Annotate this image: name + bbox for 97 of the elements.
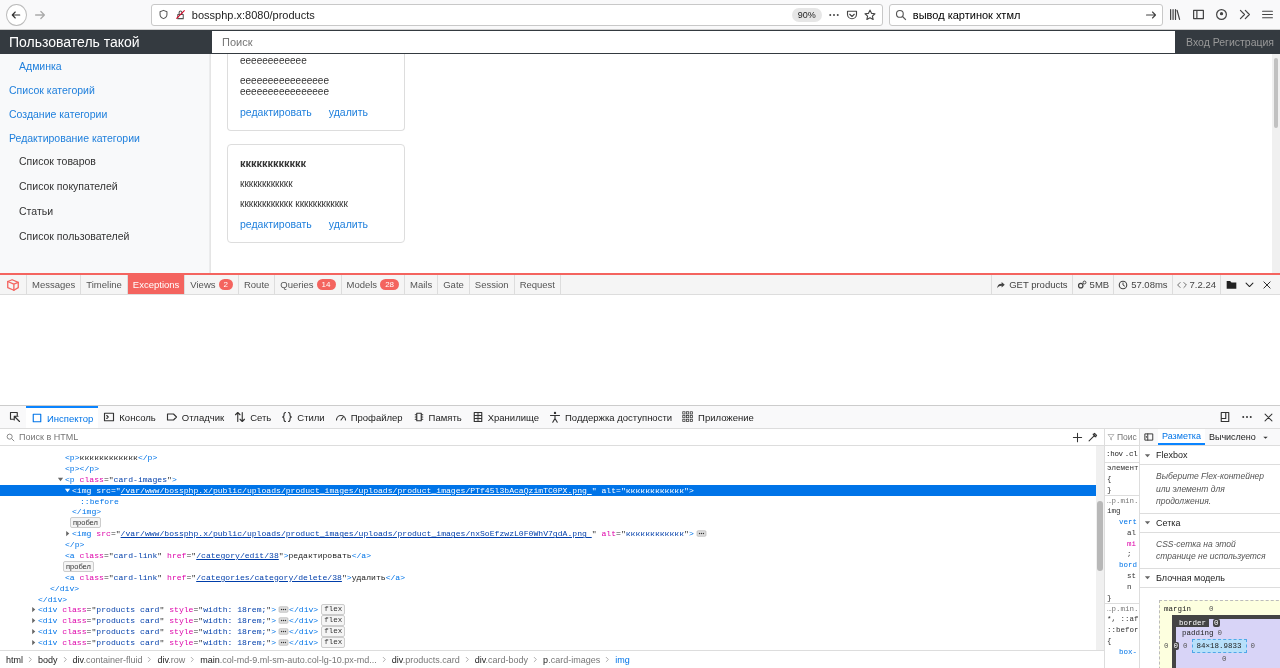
breadcrumb-item[interactable]: div.container-fluid: [72, 654, 143, 665]
markup-line: <div class="products card" style="width: 18rem;">: [38, 638, 277, 648]
section-header[interactable]: Блочная модель: [1156, 572, 1225, 583]
card-title: кккккккккккк: [240, 157, 308, 169]
breadcrumb-item[interactable]: img: [615, 654, 630, 665]
devtools-tab[interactable]: Память: [407, 406, 467, 428]
markup-line: </img>: [72, 507, 102, 517]
devtools-tab[interactable]: Сеть: [229, 406, 277, 428]
tree-node[interactable]: <img src="/var/www/bossphp.x/public/uploads/product_images/uploads/product_images/PTf45l3bAcaQzimTC0PX.png " alt="кккккккккккк">: [0, 484, 1096, 496]
section-header[interactable]: Сетка: [1156, 517, 1181, 528]
debugbar-tab[interactable]: Models 28: [341, 275, 406, 294]
markup-line: <div class="products card" style="width: 18rem;">: [38, 605, 277, 615]
markup-line: </div>: [289, 616, 319, 626]
breadcrumb-item[interactable]: div.row: [157, 654, 186, 665]
markup-line: </div>: [289, 605, 319, 615]
markup-line: <div class="products card" style="width: 18rem;">: [38, 616, 277, 626]
markup-line: <p class="card-images">: [65, 474, 177, 484]
card-text: ееееееееееееееее ееееееееееееееее: [240, 75, 330, 97]
debugbar-tab[interactable]: Messages: [27, 275, 82, 294]
breadcrumb-item[interactable]: html: [6, 654, 23, 665]
count-badge: 28: [380, 279, 400, 290]
breadcrumb-item[interactable]: div.card-body: [474, 654, 529, 665]
search-field[interactable]: вывод картинок хтмл: [888, 3, 1163, 26]
markup-line: </div>: [50, 583, 80, 593]
markup-line: <p>кккккккккккк</p>: [65, 452, 158, 462]
filter-field[interactable]: Поис: [1117, 432, 1139, 442]
sidebar-link[interactable]: Статьи: [0, 199, 210, 224]
devtools-tab[interactable]: Инспектор: [26, 406, 99, 428]
debugbar-info: 57.08ms: [1131, 279, 1168, 290]
tree-node[interactable]: <p>кккккккккккк</p>: [0, 452, 1096, 463]
debugbar-info: GET products: [1009, 279, 1068, 290]
count-badge: 14: [316, 279, 336, 290]
panel-tab[interactable]: Вычислено: [1204, 429, 1260, 445]
debugbar-tab[interactable]: Views 2: [185, 275, 239, 294]
tree-node[interactable]: <p></p>: [0, 462, 1096, 474]
devtools-tab[interactable]: Отладчик: [160, 406, 230, 428]
tree-node[interactable]: <a class="card-link" href="/category/edit/38">редактировать</a>: [0, 550, 1096, 561]
card-text: ееееееееееее: [240, 55, 308, 66]
devtools-tab[interactable]: Профайлер: [329, 406, 408, 428]
address-bar[interactable]: bossphp.x:8080/products 90%: [150, 3, 883, 26]
card-link[interactable]: редактировать: [240, 218, 312, 230]
sidebar-link[interactable]: Список категорий: [0, 77, 210, 101]
markup-line: <img src="/var/www/bossphp.x/public/uploads/product_images/uploads/product_images/nxSoEfzwzL0F0WhV7gdA.png " alt="кккккккккккк">: [72, 529, 694, 539]
site-brand[interactable]: Пользователь такой: [0, 34, 211, 50]
markup-line: </div>: [38, 594, 68, 604]
markup-line: </div>: [289, 627, 319, 637]
devtools-tab[interactable]: Хранилище: [466, 406, 544, 428]
card-text: кккккккккккк кккккккккккк: [240, 198, 349, 209]
sidebar-link[interactable]: Список товаров: [0, 149, 210, 174]
empty-note: CSS-сетка на этой странице не используется: [1140, 532, 1280, 569]
zoom-badge[interactable]: 90%: [791, 7, 822, 22]
devtools-tab[interactable]: Поддержка доступности: [544, 406, 678, 428]
debugbar-tab[interactable]: Queries 14: [275, 275, 342, 294]
breadcrumb-item[interactable]: p.card-images: [543, 654, 601, 665]
card-link[interactable]: редактировать: [240, 106, 312, 118]
markup-line: <div class="products card" style="width: 18rem;">: [38, 627, 277, 637]
breadcrumb-item[interactable]: main.col-md-9.ml-sm-auto.col-lg-10.px-md...: [200, 654, 377, 665]
search-field[interactable]: Поиск в HTML: [19, 432, 1068, 442]
markup-line: <img src="/var/www/bossphp.x/public/uploads/product_images/uploads/product_images/PTf45l3bAcaQzimTC0PX.png " alt="кккккккккккк">: [72, 485, 694, 495]
section-header[interactable]: Flexbox: [1156, 450, 1188, 460]
markup-line: </div>: [289, 638, 319, 648]
breadcrumb-item[interactable]: body: [38, 654, 58, 665]
tree-node[interactable]: <img src="/var/www/bossphp.x/public/uploads/product_images/uploads/product_images/nxSoEfzwzL0F0WhV7gdA.png " alt="кккккккккккк">: [0, 528, 1096, 540]
debugbar-tab[interactable]: Gate: [438, 275, 470, 294]
panel-tab[interactable]: Разметка: [1158, 429, 1205, 445]
sidebar-link[interactable]: Редактирование категории: [0, 125, 210, 149]
search-field[interactable]: Поиск: [211, 30, 1176, 54]
tree-node[interactable]: <a class="card-link" href="/categories/category/delete/38">удалить</a>: [0, 571, 1096, 583]
devtools-tab[interactable]: Приложение: [677, 406, 759, 428]
debugbar-tab[interactable]: Timeline: [81, 275, 128, 294]
markup-line: <a class="card-link" href="/category/edit/38">редактировать</a>: [65, 550, 372, 560]
auth-links[interactable]: Вход Регистрация: [1176, 36, 1280, 48]
markup-line: </p>: [65, 540, 85, 550]
card-link[interactable]: удалить: [328, 218, 368, 230]
debugbar-tab[interactable]: Mails: [405, 275, 439, 294]
sidebar-link[interactable]: Список покупателей: [0, 174, 210, 199]
markup-line: ::before: [80, 496, 119, 506]
debugbar-tab[interactable]: Session: [469, 275, 515, 294]
markup-line: <a class="card-link" href="/categories/category/delete/38">удалить</a>: [65, 572, 406, 582]
debugbar-info: 5MB: [1089, 279, 1110, 290]
markup-line: <p></p>: [65, 463, 99, 473]
devtools-tab[interactable]: Стили: [276, 406, 330, 428]
debugbar-tab[interactable]: Request: [514, 275, 561, 294]
count-badge: 2: [218, 279, 233, 290]
tree-node[interactable]: <p class="card-images">: [0, 473, 1096, 485]
sidebar-link[interactable]: Список пользователей: [0, 224, 210, 249]
tree-node[interactable]: ::before: [0, 495, 1096, 507]
debugbar-info: 7.2.24: [1189, 279, 1216, 290]
sidebar-link[interactable]: Админка: [0, 57, 210, 77]
empty-note: Выберите Flex-контейнер или элемент для продолжения.: [1140, 465, 1280, 514]
card-text: кккккккккккк: [240, 178, 294, 189]
sidebar-link[interactable]: Создание категории: [0, 101, 210, 125]
search-input[interactable]: вывод картинок хтмл: [912, 8, 1139, 21]
card-link[interactable]: удалить: [328, 106, 368, 118]
devtools-tab[interactable]: Консоль: [98, 406, 161, 428]
debugbar-tab[interactable]: Route: [238, 275, 276, 294]
breadcrumb-item[interactable]: div.products.card: [391, 654, 460, 665]
